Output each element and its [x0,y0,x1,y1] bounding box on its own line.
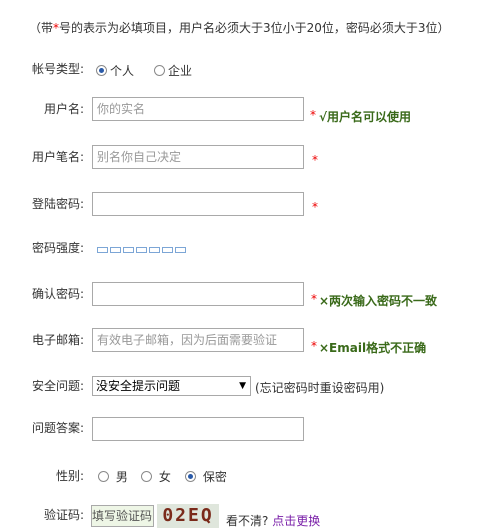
password-strength-meter [97,242,188,256]
email-input[interactable]: 有效电子邮箱，因为后面需要验证 [92,328,304,352]
confirm-required: * [311,292,317,306]
password-required: * [312,200,318,214]
notice-text: 号的表示为必填项目，用户名必须大于3位小于20位，密码必须大于3位） [59,21,450,35]
captcha-unclear-text: 看不清? [226,514,269,528]
answer-input[interactable] [92,417,304,441]
security-question-hint: (忘记密码时重设密码用) [255,381,385,395]
dropdown-arrow-icon: ▼ [239,381,246,391]
gender-female[interactable]: 女 [141,468,171,485]
security-question-value: 没安全提示问题 [96,379,181,393]
username-input[interactable]: 你的实名 [92,97,304,121]
password-input[interactable] [92,192,304,216]
nickname-required: * [312,153,318,167]
radio-secret[interactable] [185,471,196,482]
security-question-label: 安全问题: [32,379,85,393]
strength-segment [162,247,173,253]
radio-male[interactable] [98,471,109,482]
strength-segment [123,247,134,253]
password-label: 登陆密码: [32,197,85,211]
strength-label: 密码强度: [32,241,85,255]
strength-segment [110,247,121,253]
account-type-label: 帐号类型: [32,62,85,76]
account-type-personal-label: 个人 [110,64,135,78]
gender-secret-label: 保密 [202,470,227,484]
username-status: √用户名可以使用 [319,110,412,124]
email-required: * [311,339,317,353]
strength-segment [149,247,160,253]
security-question-select[interactable]: 没安全提示问题 ▼ [92,376,251,396]
username-required: * [310,108,316,122]
form-notice: （带*号的表示为必填项目，用户名必须大于3位小于20位，密码必须大于3位） [29,19,450,36]
account-type-personal[interactable]: 个人 [96,62,134,79]
email-label: 电子邮箱: [32,333,85,347]
nickname-label: 用户笔名: [32,150,85,164]
radio-company[interactable] [154,65,165,76]
confirm-error: ×两次输入密码不一致 [319,294,438,308]
gender-female-label: 女 [158,470,171,484]
captcha-label: 验证码: [44,508,85,522]
account-type-company[interactable]: 企业 [154,62,192,79]
email-error: ×Email格式不正确 [319,341,427,355]
gender-label: 性别: [56,469,85,483]
answer-label: 问题答案: [32,421,85,435]
nickname-input[interactable]: 别名你自己决定 [92,145,304,169]
username-label: 用户名: [44,102,85,116]
strength-segment [136,247,147,253]
captcha-image[interactable]: 02EQ [157,504,219,528]
captcha-refresh: 看不清? 点击更换 [226,512,320,529]
confirm-label: 确认密码: [32,287,85,301]
notice-prefix: （带 [29,21,54,35]
strength-segment [97,247,108,253]
account-type-company-label: 企业 [168,64,193,78]
gender-male[interactable]: 男 [98,468,128,485]
confirm-input[interactable] [92,282,304,306]
gender-secret[interactable]: 保密 [185,468,227,485]
gender-male-label: 男 [115,470,128,484]
captcha-refresh-link[interactable]: 点击更换 [272,514,320,528]
radio-personal[interactable] [96,65,107,76]
strength-segment [175,247,186,253]
radio-female[interactable] [141,471,152,482]
